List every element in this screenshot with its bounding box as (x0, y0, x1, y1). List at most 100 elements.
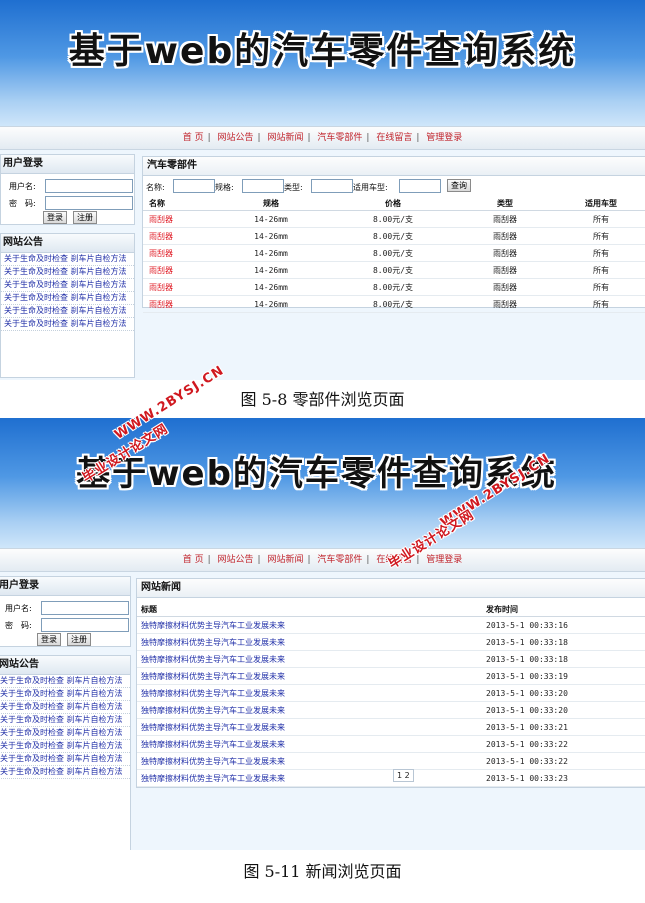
list-item[interactable]: 关于生命及时检查 刹车片自检方法 (1, 305, 134, 318)
table-row[interactable]: 独特摩擦材料优势主导汽车工业发展未来 2013-5-1 00:33:22 (137, 735, 645, 753)
nav-news[interactable]: 网站新闻 (267, 555, 303, 565)
parts-panel: 汽车零部件 名称: 规格: 类型: 适用车型: 查询 名称 规格 价格 类型 适… (142, 156, 645, 313)
list-item[interactable]: 关于生命及时检查 刹车片自检方法 (0, 740, 130, 753)
nav-parts[interactable]: 汽车零部件 (317, 555, 362, 565)
table-row[interactable]: 独特摩擦材料优势主导汽车工业发展未来 2013-5-1 00:33:18 (137, 650, 645, 668)
list-item[interactable]: 关于生命及时检查 刹车片自检方法 (0, 727, 130, 740)
news-title-link[interactable]: 独特摩擦材料优势主导汽车工业发展未来 (137, 718, 482, 736)
table-row[interactable]: 雨刮器 14-26mm 8.00元/支 雨刮器 所有 (143, 227, 645, 245)
register-button[interactable]: 注册 (67, 633, 91, 646)
news-title-link[interactable]: 独特摩擦材料优势主导汽车工业发展未来 (137, 769, 482, 787)
search-model-input[interactable] (399, 179, 441, 193)
list-item[interactable]: 关于生命及时检查 刹车片自检方法 (0, 714, 130, 727)
list-item[interactable]: 关于生命及时检查 刹车片自检方法 (0, 701, 130, 714)
screenshot-news-page: 基于web的汽车零件查询系统 首 页 | 网站公告 | 网站新闻 | 汽车零部件 | 在… (0, 418, 645, 850)
list-item[interactable]: 关于生命及时检查 刹车片自检方法 (1, 253, 134, 266)
list-item[interactable]: 关于生命及时检查 刹车片自检方法 (0, 766, 130, 779)
search-name-input[interactable] (173, 179, 215, 193)
news-time: 2013-5-1 00:33:18 (482, 650, 645, 668)
login-button[interactable]: 登录 (43, 211, 67, 224)
part-name-link[interactable]: 雨刮器 (143, 210, 210, 228)
col-published: 发布时间 (482, 602, 645, 617)
table-row[interactable]: 独特摩擦材料优势主导汽车工业发展未来 2013-5-1 00:33:19 (137, 667, 645, 685)
news-title-link[interactable]: 独特摩擦材料优势主导汽车工业发展未来 (137, 684, 482, 702)
news-time: 2013-5-1 00:33:16 (482, 616, 645, 634)
col-type: 类型 (454, 196, 556, 211)
table-row[interactable]: 雨刮器 14-26mm 8.00元/支 雨刮器 所有 (143, 261, 645, 279)
username-input[interactable] (41, 601, 129, 615)
list-item[interactable]: 关于生命及时检查 刹车片自检方法 (1, 266, 134, 279)
page-link-2[interactable]: 2 (405, 771, 410, 780)
notices-heading: 网站公告 (0, 655, 131, 675)
part-name-link[interactable]: 雨刮器 (143, 261, 210, 279)
table-row[interactable]: 独特摩擦材料优势主导汽车工业发展未来 2013-5-1 00:33:21 (137, 718, 645, 736)
table-row[interactable]: 独特摩擦材料优势主导汽车工业发展未来 2013-5-1 00:33:20 (137, 701, 645, 719)
list-item[interactable]: 关于生命及时检查 刹车片自检方法 (1, 279, 134, 292)
list-item[interactable]: 关于生命及时检查 刹车片自检方法 (0, 688, 130, 701)
part-name-link[interactable]: 雨刮器 (143, 227, 210, 245)
list-item[interactable]: 关于生命及时检查 刹车片自检方法 (1, 292, 134, 305)
table-row[interactable]: 雨刮器 14-26mm 8.00元/支 雨刮器 所有 (143, 244, 645, 262)
table-row[interactable]: 独特摩擦材料优势主导汽车工业发展未来 2013-5-1 00:33:16 (137, 616, 645, 634)
part-name-link[interactable]: 雨刮器 (143, 244, 210, 262)
sidebar: 用户登录 用户名: 密 码: 登录 注册 网站公告 关于生命及时检查 刹车片自检… (0, 154, 135, 378)
part-model: 所有 (556, 278, 645, 296)
part-price: 8.00元/支 (332, 227, 454, 245)
login-button[interactable]: 登录 (37, 633, 61, 646)
news-title-link[interactable]: 独特摩擦材料优势主导汽车工业发展未来 (137, 633, 482, 651)
part-name-link[interactable]: 雨刮器 (143, 295, 210, 313)
search-button[interactable]: 查询 (447, 179, 471, 192)
part-spec: 14-26mm (210, 295, 332, 313)
nav-home[interactable]: 首 页 (183, 555, 204, 565)
notice-list: 关于生命及时检查 刹车片自检方法 关于生命及时检查 刹车片自检方法 关于生命及时… (0, 675, 131, 850)
screenshot-parts-page: 基于web的汽车零件查询系统 首 页 | 网站公告 | 网站新闻 | 汽车零部件 | 在… (0, 0, 645, 380)
username-label: 用户名: (5, 604, 32, 613)
news-title-link[interactable]: 独特摩擦材料优势主导汽车工业发展未来 (137, 752, 482, 770)
nav-admin-login[interactable]: 管理登录 (426, 133, 462, 143)
nav-notices[interactable]: 网站公告 (218, 133, 254, 143)
news-title-link[interactable]: 独特摩擦材料优势主导汽车工业发展未来 (137, 667, 482, 685)
part-type: 雨刮器 (454, 227, 556, 245)
table-row[interactable]: 雨刮器 14-26mm 8.00元/支 雨刮器 所有 (143, 295, 645, 313)
list-item[interactable]: 关于生命及时检查 刹车片自检方法 (0, 675, 130, 688)
part-price: 8.00元/支 (332, 261, 454, 279)
username-input[interactable] (45, 179, 133, 193)
nav-admin-login[interactable]: 管理登录 (426, 555, 462, 565)
news-time: 2013-5-1 00:33:22 (482, 735, 645, 753)
password-input[interactable] (41, 618, 129, 632)
nav-home[interactable]: 首 页 (183, 133, 204, 143)
part-model: 所有 (556, 227, 645, 245)
news-time: 2013-5-1 00:33:22 (482, 752, 645, 770)
part-spec: 14-26mm (210, 244, 332, 262)
search-spec-input[interactable] (242, 179, 284, 193)
table-row[interactable]: 独特摩擦材料优势主导汽车工业发展未来 2013-5-1 00:33:20 (137, 684, 645, 702)
list-item[interactable]: 关于生命及时检查 刹车片自检方法 (0, 753, 130, 766)
table-row[interactable]: 独特摩擦材料优势主导汽车工业发展未来 2013-5-1 00:33:18 (137, 633, 645, 651)
table-row[interactable]: 独特摩擦材料优势主导汽车工业发展未来 2013-5-1 00:33:22 (137, 752, 645, 770)
nav-news[interactable]: 网站新闻 (267, 133, 303, 143)
part-type: 雨刮器 (454, 261, 556, 279)
news-title-link[interactable]: 独特摩擦材料优势主导汽车工业发展未来 (137, 701, 482, 719)
nav-parts[interactable]: 汽车零部件 (317, 133, 362, 143)
nav-notices[interactable]: 网站公告 (218, 555, 254, 565)
notices-heading: 网站公告 (0, 233, 135, 253)
page-link-1[interactable]: 1 (397, 771, 402, 780)
search-type-input[interactable] (311, 179, 353, 193)
news-time: 2013-5-1 00:33:18 (482, 633, 645, 651)
table-row[interactable]: 雨刮器 14-26mm 8.00元/支 雨刮器 所有 (143, 278, 645, 296)
search-spec-label: 规格: (215, 183, 234, 192)
part-name-link[interactable]: 雨刮器 (143, 278, 210, 296)
table-row[interactable]: 独特摩擦材料优势主导汽车工业发展未来 2013-5-1 00:33:23 (137, 769, 645, 787)
list-item[interactable]: 关于生命及时检查 刹车片自检方法 (1, 318, 134, 331)
register-button[interactable]: 注册 (73, 211, 97, 224)
nav-messages[interactable]: 在线留言 (376, 133, 412, 143)
password-input[interactable] (45, 196, 133, 210)
news-title-link[interactable]: 独特摩擦材料优势主导汽车工业发展未来 (137, 735, 482, 753)
figure-caption-news: 图 5-11 新闻浏览页面 (243, 862, 402, 881)
news-title-link[interactable]: 独特摩擦材料优势主导汽车工业发展未来 (137, 616, 482, 634)
news-title-link[interactable]: 独特摩擦材料优势主导汽车工业发展未来 (137, 650, 482, 668)
part-price: 8.00元/支 (332, 278, 454, 296)
part-type: 雨刮器 (454, 210, 556, 228)
part-model: 所有 (556, 210, 645, 228)
table-row[interactable]: 雨刮器 14-26mm 8.00元/支 雨刮器 所有 (143, 210, 645, 228)
